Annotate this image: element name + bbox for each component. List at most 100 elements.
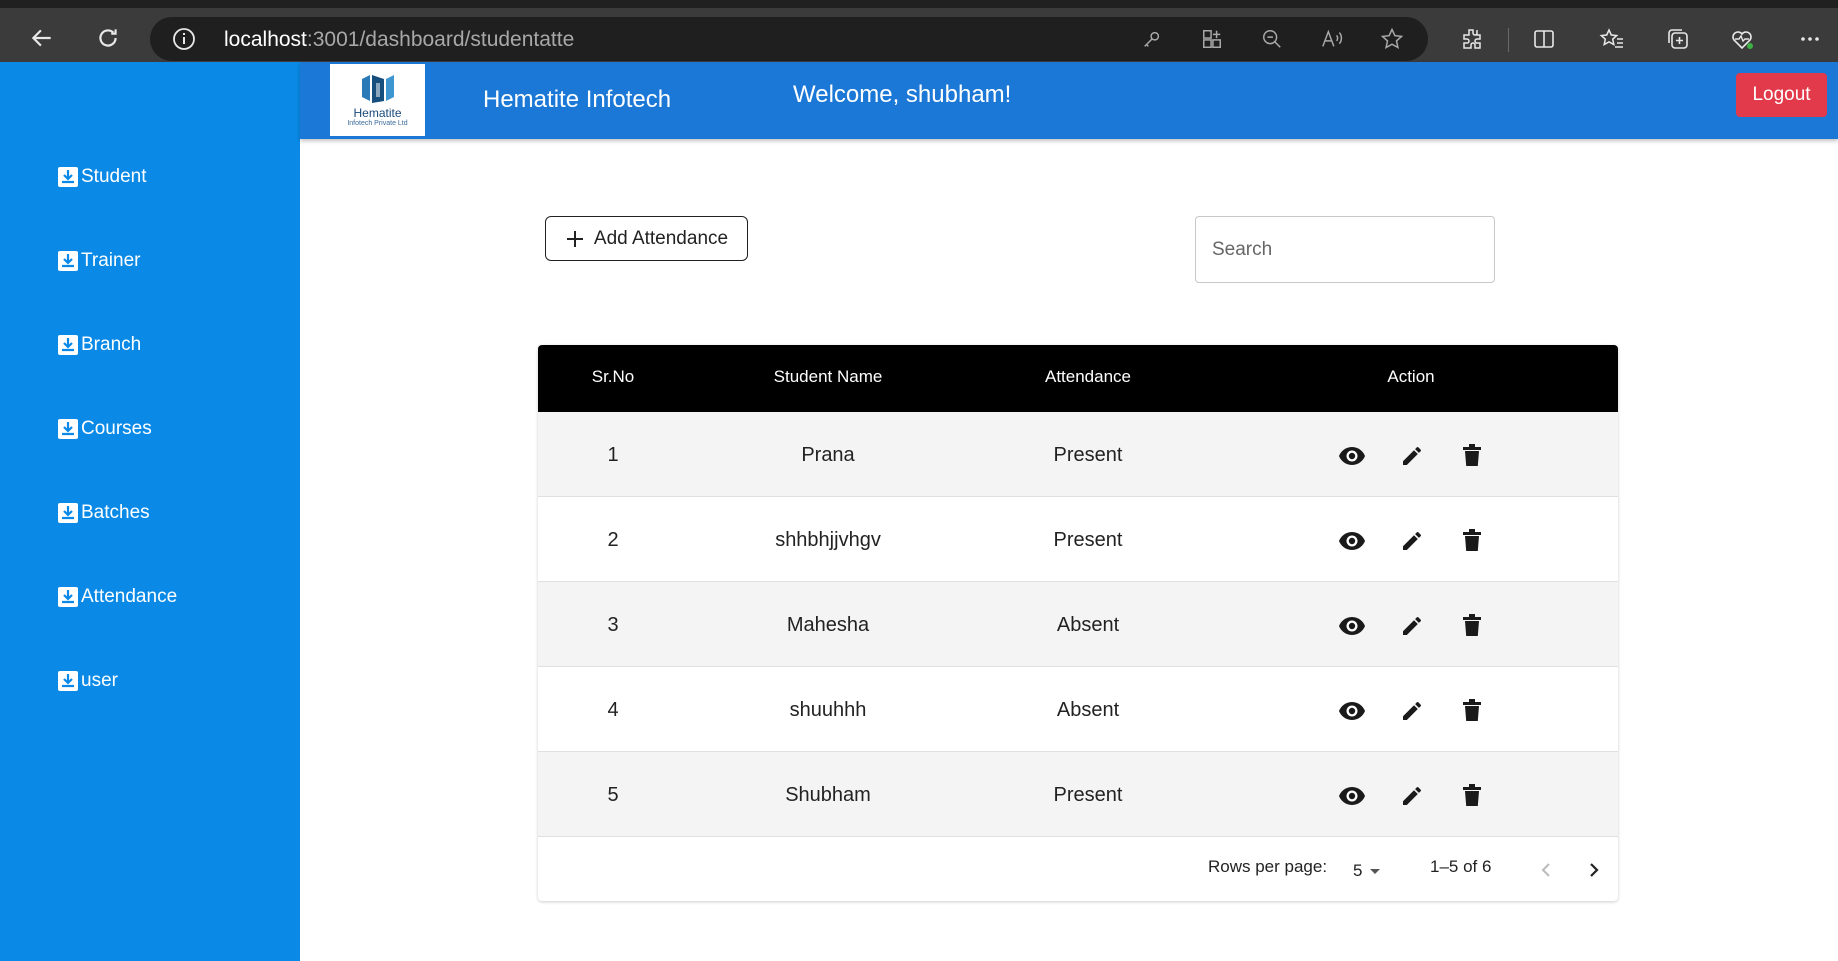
collections-icon[interactable] bbox=[1664, 25, 1692, 53]
table-row: 1 Prana Present bbox=[538, 412, 1618, 497]
view-icon[interactable] bbox=[1338, 782, 1366, 810]
brand-title: Hematite Infotech bbox=[483, 86, 672, 113]
add-attendance-button[interactable]: Add Attendance bbox=[545, 216, 748, 261]
header-sr-no[interactable]: Sr.No bbox=[592, 367, 635, 387]
more-options-icon[interactable] bbox=[1796, 25, 1824, 53]
table-header: Sr.No Student Name Attendance Action bbox=[538, 345, 1618, 412]
cell-student-name: Mahesha bbox=[786, 614, 870, 636]
table-pagination: Rows per page: 5 1–5 of 6 bbox=[538, 837, 1618, 901]
download-box-icon bbox=[57, 334, 79, 356]
cell-student-name: shhbhjjvhgv bbox=[775, 529, 881, 551]
sidebar-item-label: Trainer bbox=[81, 250, 141, 271]
hematite-logo-mark bbox=[361, 75, 394, 103]
download-box-icon bbox=[57, 250, 79, 272]
cell-attendance: Present bbox=[1053, 444, 1123, 466]
favorites-icon[interactable] bbox=[1598, 25, 1626, 53]
view-icon[interactable] bbox=[1338, 612, 1366, 640]
address-bar[interactable]: localhost:3001/dashboard/studentatte bbox=[150, 17, 1428, 61]
sidebar-item-batches[interactable]: Batches bbox=[57, 498, 150, 528]
table-row: 2 shhbhjjvhgv Present bbox=[538, 497, 1618, 582]
zoom-out-icon[interactable] bbox=[1258, 25, 1286, 53]
plus-icon bbox=[566, 230, 583, 247]
sidebar-item-label: Student bbox=[81, 166, 147, 187]
sidebar-item-label: Courses bbox=[81, 418, 152, 439]
sidebar-item-student[interactable]: Student bbox=[57, 162, 147, 192]
attendance-table: Sr.No Student Name Attendance Action 1 P… bbox=[538, 345, 1618, 901]
table-row: 3 Mahesha Absent bbox=[538, 582, 1618, 667]
download-box-icon bbox=[57, 670, 79, 692]
edit-icon[interactable] bbox=[1398, 782, 1426, 810]
table-row: 5 Shubham Present bbox=[538, 752, 1618, 837]
browser-essentials-icon[interactable] bbox=[1728, 25, 1756, 53]
add-attendance-label: Add Attendance bbox=[593, 227, 729, 249]
cell-attendance: Present bbox=[1053, 784, 1123, 806]
sidebar-item-label: Batches bbox=[81, 502, 150, 523]
logo-subtitle: Infotech Private Ltd bbox=[347, 120, 408, 127]
cell-sr-no: 2 bbox=[607, 529, 619, 551]
split-screen-icon[interactable] bbox=[1530, 25, 1558, 53]
logout-button[interactable]: Logout bbox=[1736, 73, 1827, 117]
url-text: localhost:3001/dashboard/studentatte bbox=[224, 28, 575, 51]
cell-student-name: shuuhhh bbox=[789, 699, 867, 721]
sidebar: Student Trainer Branch Courses Batches A… bbox=[0, 62, 300, 961]
view-icon[interactable] bbox=[1338, 527, 1366, 555]
table-row: 4 shuuhhh Absent bbox=[538, 667, 1618, 752]
cell-sr-no: 4 bbox=[607, 699, 619, 721]
cell-student-name: Prana bbox=[801, 444, 855, 466]
cell-attendance: Present bbox=[1053, 529, 1123, 551]
download-box-icon bbox=[57, 586, 79, 608]
edit-icon[interactable] bbox=[1398, 697, 1426, 725]
sidebar-item-label: user bbox=[81, 670, 118, 691]
favorite-star-icon[interactable] bbox=[1378, 25, 1406, 53]
header-student-name[interactable]: Student Name bbox=[774, 367, 883, 387]
cell-attendance: Absent bbox=[1056, 614, 1120, 636]
site-info-icon[interactable] bbox=[172, 27, 196, 51]
cell-student-name: Shubham bbox=[785, 784, 871, 806]
apps-icon[interactable] bbox=[1198, 25, 1226, 53]
back-icon[interactable] bbox=[24, 20, 60, 56]
delete-icon[interactable] bbox=[1458, 527, 1486, 555]
next-page-icon[interactable] bbox=[1581, 857, 1607, 883]
sidebar-item-label: Attendance bbox=[81, 586, 178, 607]
header-action: Action bbox=[1387, 367, 1435, 386]
rows-per-page-label: Rows per page: bbox=[1208, 857, 1328, 876]
cell-sr-no: 3 bbox=[607, 614, 619, 636]
download-box-icon bbox=[57, 166, 79, 188]
sidebar-item-trainer[interactable]: Trainer bbox=[57, 246, 140, 276]
rows-per-page-value: 5 bbox=[1353, 861, 1363, 880]
delete-icon[interactable] bbox=[1458, 442, 1486, 470]
edit-icon[interactable] bbox=[1398, 527, 1426, 555]
cell-sr-no: 5 bbox=[607, 784, 619, 806]
logo-name: Hematite bbox=[353, 106, 402, 120]
view-icon[interactable] bbox=[1338, 697, 1366, 725]
view-icon[interactable] bbox=[1338, 442, 1366, 470]
toolbar-divider bbox=[1508, 28, 1509, 52]
caret-down-icon bbox=[1370, 869, 1381, 874]
browser-toolbar: localhost:3001/dashboard/studentatte bbox=[0, 0, 1838, 62]
pagination-range: 1–5 of 6 bbox=[1430, 857, 1492, 876]
company-logo: Hematite Infotech Private Ltd bbox=[330, 64, 425, 136]
edit-icon[interactable] bbox=[1398, 612, 1426, 640]
sidebar-item-courses[interactable]: Courses bbox=[57, 414, 152, 444]
delete-icon[interactable] bbox=[1458, 612, 1486, 640]
edit-icon[interactable] bbox=[1398, 442, 1426, 470]
sidebar-item-branch[interactable]: Branch bbox=[57, 330, 141, 360]
download-box-icon bbox=[57, 418, 79, 440]
delete-icon[interactable] bbox=[1458, 782, 1486, 810]
sidebar-item-user[interactable]: user bbox=[57, 666, 118, 696]
refresh-icon[interactable] bbox=[90, 20, 126, 56]
header-attendance[interactable]: Attendance bbox=[1045, 367, 1131, 387]
delete-icon[interactable] bbox=[1458, 697, 1486, 725]
download-box-icon bbox=[57, 502, 79, 524]
sidebar-item-attendance[interactable]: Attendance bbox=[57, 582, 177, 612]
welcome-message: Welcome, shubham! bbox=[793, 81, 1012, 108]
extensions-icon[interactable] bbox=[1458, 25, 1486, 53]
rows-per-page-select[interactable]: 5 bbox=[1353, 861, 1384, 881]
previous-page-icon[interactable] bbox=[1533, 857, 1559, 883]
read-aloud-icon[interactable] bbox=[1318, 25, 1346, 53]
cell-attendance: Absent bbox=[1056, 699, 1120, 721]
key-icon[interactable] bbox=[1138, 25, 1166, 53]
cell-sr-no: 1 bbox=[607, 444, 619, 466]
search-input[interactable] bbox=[1195, 216, 1495, 283]
sidebar-item-label: Branch bbox=[81, 334, 142, 355]
